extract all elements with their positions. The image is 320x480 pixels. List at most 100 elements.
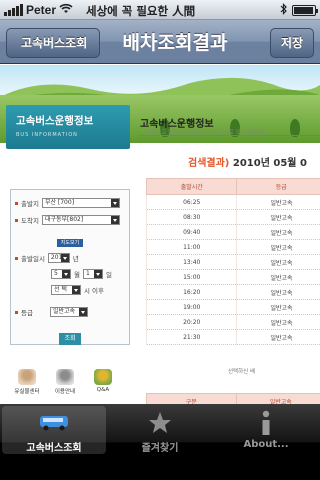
- departure-time-cell: 11:00: [145, 239, 237, 255]
- arrival-select[interactable]: 대구동부[802]: [41, 215, 120, 225]
- page-title: 배차조회결과: [122, 32, 228, 54]
- grade-cell: 일반고속: [236, 209, 320, 225]
- time-value: 선 택: [54, 286, 67, 293]
- grade-cell: 일반고속: [236, 299, 320, 315]
- selection-note: 선택하신 배: [228, 369, 256, 375]
- main-panel: 고속버스운행정보 안전하고 편안한 여행 최상의 서비스로 모시겠습니다. 검색…: [138, 105, 320, 404]
- star-icon: [108, 410, 212, 436]
- day-unit: 일: [105, 271, 112, 279]
- month-unit: 월: [74, 271, 80, 279]
- tab-about[interactable]: About...: [214, 406, 318, 454]
- schedule-row[interactable]: 15:00 일반고속: [145, 269, 320, 285]
- arrival-value: 대구동부[802]: [44, 216, 84, 223]
- schedule-header-grade: 등급: [236, 178, 320, 195]
- schedule-row[interactable]: 06:25 일반고속: [145, 194, 320, 210]
- bus-icon: [2, 410, 106, 436]
- schedule-row[interactable]: 20:20 일반고속: [145, 314, 320, 330]
- tab-label: About...: [243, 439, 289, 450]
- grade-select[interactable]: 일반고속: [49, 307, 88, 317]
- departure-time-cell: 19:00: [145, 299, 237, 315]
- search-form: 출발지 부산 [700] 도착지 대구동부[802] 지도보기 출발일시 201…: [10, 189, 130, 345]
- dropdown-arrow-icon: [110, 216, 119, 224]
- quick-link-lost-found[interactable]: 유실물센터: [10, 369, 44, 395]
- sidebar: 고속버스운행정보 BUS INFORMATION 출발지 부산 [700] 도착…: [6, 105, 130, 404]
- tab-bar: 고속버스조회 즐겨찾기 About...: [0, 404, 320, 480]
- month-select[interactable]: 5: [51, 269, 71, 279]
- quick-links: 유실물센터 이용안내 Q&A: [10, 369, 130, 395]
- schedule-row[interactable]: 09:40 일반고속: [145, 224, 320, 240]
- battery-icon: [292, 5, 318, 16]
- grade-cell: 일반고속: [236, 284, 320, 300]
- departure-time-cell: 13:40: [145, 254, 237, 270]
- status-right: [280, 3, 318, 18]
- grade-cell: 일반고속: [236, 254, 320, 270]
- schedule-row[interactable]: 11:00 일반고속: [145, 239, 320, 255]
- navigation-bar: 고속버스조회 배차조회결과 저장: [0, 20, 320, 64]
- year-select[interactable]: 2010: [47, 253, 70, 263]
- sidebar-subtitle: BUS INFORMATION: [16, 132, 78, 138]
- day-select[interactable]: 1: [82, 269, 103, 279]
- departure-select[interactable]: 부산 [700]: [41, 198, 120, 208]
- fare-header-grade: 일반고속: [235, 393, 320, 404]
- departure-time-cell: 21:30: [145, 329, 237, 345]
- grade-cell: 일반고속: [236, 329, 320, 345]
- departure-time-cell: 16:20: [145, 284, 237, 300]
- tab-label: 고속버스조회: [26, 443, 82, 454]
- quick-link-label: Q&A: [96, 387, 110, 393]
- back-button-label: 고속버스조회: [21, 36, 88, 50]
- bluetooth-icon: [280, 3, 288, 18]
- back-button[interactable]: 고속버스조회: [6, 28, 100, 58]
- schedule-row[interactable]: 13:40 일반고속: [145, 254, 320, 270]
- map-view-button[interactable]: 지도보기: [57, 239, 83, 247]
- web-content[interactable]: 고속버스운행정보 BUS INFORMATION 출발지 부산 [700] 도착…: [0, 65, 320, 404]
- schedule-row[interactable]: 19:00 일반고속: [145, 299, 320, 315]
- schedule-row[interactable]: 21:30 일반고속: [145, 329, 320, 345]
- schedule-row[interactable]: 16:20 일반고속: [145, 284, 320, 300]
- grade-value: 일반고속: [52, 308, 76, 315]
- arrival-label: 도착지: [21, 217, 39, 225]
- guide-icon: [56, 369, 74, 385]
- title-divider: [138, 135, 320, 136]
- bullet-icon: [15, 256, 18, 260]
- dropdown-arrow-icon: [60, 254, 69, 262]
- grade-cell: 일반고속: [236, 194, 320, 210]
- schedule-header-time: 출발시간: [145, 178, 238, 195]
- qa-icon: [94, 369, 112, 385]
- bullet-icon: [15, 201, 18, 205]
- info-icon: [214, 410, 318, 436]
- grade-label: 등급: [21, 309, 33, 317]
- signal-strength-icon: [4, 4, 23, 16]
- departure-label: 출발지: [21, 200, 39, 208]
- search-result-heading: 검색결과) 2010년 05월 0: [188, 154, 307, 169]
- depart-date-label: 출발일시: [21, 255, 45, 263]
- departure-value: 부산 [700]: [44, 199, 75, 206]
- status-bar: Peter 세상에 꼭 필요한 人間: [0, 0, 320, 20]
- fare-table: 구분 일반고속 일반요금6100원아동요금소요시간: [146, 393, 320, 404]
- dropdown-arrow-icon: [93, 270, 102, 278]
- departure-time-cell: 20:20: [145, 314, 237, 330]
- quick-link-guide[interactable]: 이용안내: [48, 369, 82, 395]
- grade-cell: 일반고속: [236, 314, 320, 330]
- quick-link-label: 유실물센터: [14, 389, 40, 395]
- day-value: 1: [85, 270, 90, 277]
- tab-bus-search[interactable]: 고속버스조회: [2, 406, 106, 454]
- bullet-icon: [15, 218, 18, 222]
- dropdown-arrow-icon: [72, 286, 80, 294]
- tab-favorites[interactable]: 즐겨찾기: [108, 406, 212, 454]
- departure-time-cell: 08:30: [145, 209, 237, 225]
- save-button[interactable]: 저장: [270, 28, 314, 58]
- time-select[interactable]: 선 택: [51, 285, 81, 295]
- grade-cell: 일반고속: [236, 224, 320, 240]
- schedule-row[interactable]: 08:30 일반고속: [145, 209, 320, 225]
- search-button[interactable]: 조회: [59, 333, 81, 345]
- tab-label: 즐겨찾기: [141, 443, 179, 454]
- wifi-icon: [59, 3, 73, 17]
- grade-cell: 일반고속: [236, 269, 320, 285]
- result-date: 2010년 05월 0: [232, 158, 307, 169]
- departure-time-cell: 15:00: [145, 269, 237, 285]
- departure-time-cell: 09:40: [145, 224, 237, 240]
- bullet-icon: [15, 310, 18, 314]
- lost-and-found-icon: [18, 369, 36, 385]
- quick-link-qa[interactable]: Q&A: [86, 369, 120, 395]
- grade-cell: 일반고속: [236, 239, 320, 255]
